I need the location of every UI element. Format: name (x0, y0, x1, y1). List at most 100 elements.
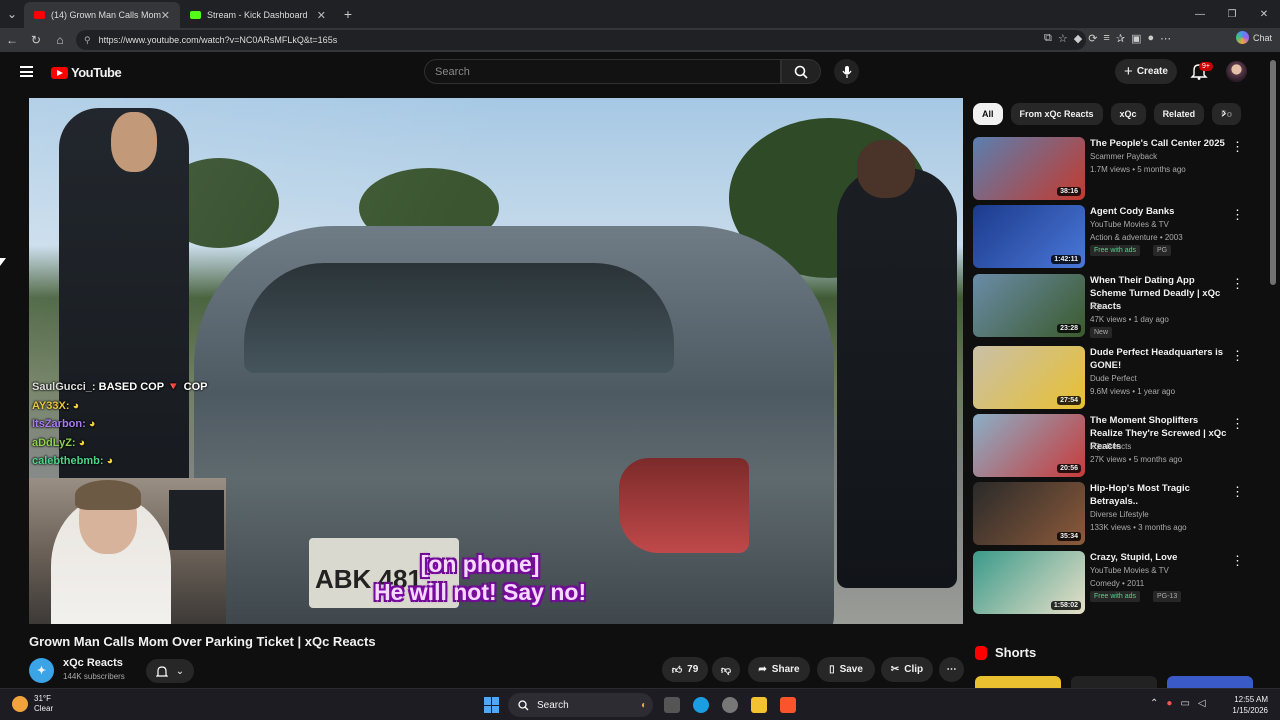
video-thumbnail[interactable]: 1:58:02 (973, 551, 1085, 614)
voice-search-button[interactable] (834, 59, 859, 84)
recommendation-channel[interactable]: Diverse Lifestyle (1090, 510, 1149, 519)
chat-user: ItsZarbon: (32, 418, 86, 430)
recommendation-channel[interactable]: YouTube Movies & TV (1090, 566, 1169, 575)
recommendation-channel[interactable]: Scammer Payback (1090, 152, 1157, 161)
channel-avatar[interactable]: ✦ (29, 658, 54, 683)
edge-icon[interactable] (693, 697, 709, 713)
short-thumbnail[interactable] (1071, 676, 1157, 688)
short-thumbnail[interactable] (1167, 676, 1253, 688)
clip-button[interactable]: ✂ Clip (881, 657, 933, 682)
microphone-tray-icon[interactable]: ● (1166, 698, 1172, 709)
task-view-icon[interactable] (664, 697, 680, 713)
recommendation-channel[interactable]: xQc Reacts (1090, 442, 1131, 451)
like-button[interactable]: 👍︎ 79 (662, 657, 708, 682)
more-actions-button[interactable]: ⋯ (939, 657, 964, 682)
account-avatar[interactable] (1226, 61, 1247, 82)
tray-chevron-icon[interactable]: ⌃ (1150, 698, 1158, 709)
taskbar-search[interactable]: Search ◐ (508, 693, 653, 717)
chip-xqc[interactable]: xQc (1110, 103, 1146, 125)
save-button[interactable]: ▯ Save (817, 657, 875, 682)
more-options-icon[interactable]: ⋮ (1231, 348, 1244, 364)
volume-icon[interactable]: ◁ (1198, 698, 1206, 709)
chip-all[interactable]: All (973, 103, 1003, 125)
recommendation-channel[interactable]: xQc (1090, 302, 1104, 311)
clock-time: 12:55 AM (1234, 695, 1268, 704)
chip-related[interactable]: Related (1153, 103, 1205, 125)
favorites-icon[interactable]: ✰ (1116, 32, 1125, 45)
network-icon[interactable]: ▭ (1180, 698, 1189, 709)
recommendation-item[interactable]: 20:56 The Moment Shoplifters Realize They… (973, 414, 1273, 478)
more-options-icon[interactable]: ⋮ (1231, 276, 1244, 292)
maximize-icon[interactable]: ❐ (1216, 0, 1248, 28)
chip-from-channel[interactable]: From xQc Reacts (1010, 103, 1103, 125)
tab-youtube[interactable]: (14) Grown Man Calls Mom O ✕ (24, 2, 180, 28)
settings-gear-icon[interactable] (722, 697, 738, 713)
short-thumbnail[interactable] (975, 676, 1061, 688)
scissors-icon: ✂ (890, 664, 900, 675)
recommendation-item[interactable]: 1:42:11 Agent Cody Banks YouTube Movies & … (973, 205, 1273, 269)
more-options-icon[interactable]: ⋮ (1231, 484, 1244, 500)
close-window-icon[interactable]: ✕ (1248, 0, 1280, 28)
brave-icon[interactable] (780, 697, 796, 713)
profile-icon[interactable]: ● (1147, 32, 1154, 45)
video-thumbnail[interactable]: 35:34 (973, 482, 1085, 545)
video-thumbnail[interactable]: 20:56 (973, 414, 1085, 477)
recommendation-title[interactable]: The People's Call Center 2025 (1090, 137, 1230, 150)
create-button[interactable]: + Create (1115, 59, 1177, 84)
new-tab-icon[interactable]: + (336, 6, 360, 22)
windows-start-icon[interactable] (484, 697, 500, 713)
file-explorer-icon[interactable] (751, 697, 767, 713)
system-clock[interactable]: 12:55 AM 1/15/2026 (1218, 694, 1268, 716)
recommendation-item[interactable]: 1:58:02 Crazy, Stupid, Love YouTube Movies… (973, 551, 1273, 615)
tab-list-chevron-icon[interactable]: ⌄ (0, 7, 24, 21)
tab-kick[interactable]: Stream - Kick Dashboard ✕ (180, 2, 336, 28)
dislike-button[interactable]: 👎︎ (712, 657, 740, 682)
recommendation-channel[interactable]: Dude Perfect (1090, 374, 1137, 383)
youtube-logo[interactable]: YouTube (51, 65, 122, 80)
recommendation-title[interactable]: Hip-Hop's Most Tragic Betrayals.. (1090, 482, 1230, 508)
share-button[interactable]: ➦ Share (748, 657, 810, 682)
more-options-icon[interactable]: ⋮ (1231, 553, 1244, 569)
video-thumbnail[interactable]: 23:28 (973, 274, 1085, 337)
recommendation-title[interactable]: Crazy, Stupid, Love (1090, 551, 1230, 564)
home-icon[interactable]: ⌂ (48, 33, 72, 47)
copilot-chat-button[interactable]: Chat (1235, 31, 1272, 44)
more-options-icon[interactable]: ⋮ (1231, 139, 1244, 155)
video-player[interactable]: ABK 481 SaulGucci_: BASED COP 🔻 COP AY33… (29, 98, 963, 624)
recommendation-item[interactable]: 23:28 When Their Dating App Scheme Turned… (973, 274, 1273, 338)
reading-icon[interactable]: ≡ (1103, 32, 1109, 45)
video-thumbnail[interactable]: 38:16 (973, 137, 1085, 200)
subscription-bell-button[interactable]: ⌄ (146, 659, 194, 683)
refresh-extension-icon[interactable]: ⟳ (1088, 32, 1097, 45)
menu-icon[interactable] (20, 66, 33, 77)
video-thumbnail[interactable]: 27:54 (973, 346, 1085, 409)
page-scrollbar[interactable] (1270, 60, 1276, 285)
search-input[interactable]: Search (424, 59, 781, 84)
more-options-icon[interactable]: ⋮ (1231, 416, 1244, 432)
tab-close-icon[interactable]: ✕ (317, 9, 326, 22)
chips-next-chevron-icon[interactable]: › (1214, 104, 1234, 124)
channel-name[interactable]: xQc Reacts (63, 657, 123, 669)
recommendation-item[interactable]: 35:34 Hip-Hop's Most Tragic Betrayals.. Di… (973, 482, 1273, 546)
weather-widget[interactable]: 31°F Clear (12, 694, 53, 714)
search-button[interactable] (781, 59, 821, 84)
reload-icon[interactable]: ↻ (24, 33, 48, 47)
recommendation-channel[interactable]: YouTube Movies & TV (1090, 220, 1169, 229)
recommendation-title[interactable]: Dude Perfect Headquarters is GONE! (1090, 346, 1230, 372)
more-options-icon[interactable]: ⋮ (1231, 207, 1244, 223)
collections-icon[interactable]: ▣ (1131, 32, 1141, 45)
site-info-icon[interactable]: ⚲ (84, 35, 91, 46)
favorite-star-icon[interactable]: ☆ (1058, 32, 1068, 45)
extension-icon[interactable]: ◆ (1074, 32, 1082, 45)
recommendation-title[interactable]: Agent Cody Banks (1090, 205, 1230, 218)
recommendation-title[interactable]: When Their Dating App Scheme Turned Dead… (1090, 274, 1230, 313)
app-available-icon[interactable]: ⧉ (1044, 32, 1052, 45)
recommendation-item[interactable]: 38:16 The People's Call Center 2025 Scamme… (973, 137, 1273, 201)
back-icon[interactable]: ← (0, 33, 24, 47)
minimize-icon[interactable]: — (1184, 0, 1216, 28)
url-field[interactable]: ⚲ https://www.youtube.com/watch?v=NC0ARs… (76, 30, 1086, 50)
recommendation-item[interactable]: 27:54 Dude Perfect Headquarters is GONE! D… (973, 346, 1273, 410)
tab-close-icon[interactable]: ✕ (161, 9, 170, 22)
video-thumbnail[interactable]: 1:42:11 (973, 205, 1085, 268)
menu-dots-icon[interactable]: ⋯ (1160, 32, 1171, 45)
